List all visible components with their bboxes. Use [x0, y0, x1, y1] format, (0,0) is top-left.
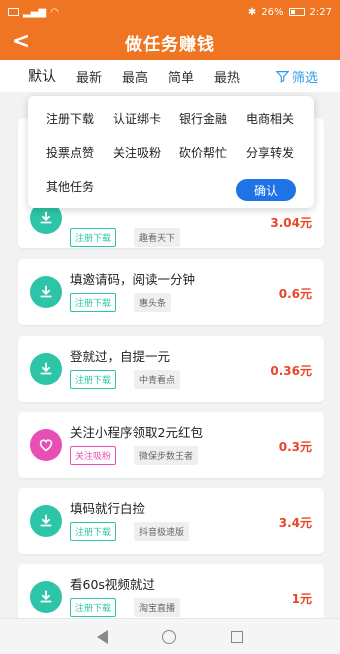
task-title: 关注小程序领取2元红包	[70, 425, 203, 440]
task-tag: 注册下载	[70, 293, 117, 312]
task-title: 填码就行白捡	[70, 501, 146, 516]
download-icon	[30, 353, 62, 385]
sort-tab-highest[interactable]: 最高	[122, 67, 148, 86]
nav-back-icon[interactable]	[97, 629, 109, 644]
wifi-icon: ◠	[50, 6, 59, 18]
task-source: 趣看天下	[134, 228, 181, 247]
task-tag: 关注吸粉	[70, 446, 117, 465]
heart-icon	[30, 429, 62, 461]
task-title: 填邀请码，阅读一分钟	[70, 272, 196, 287]
filter-icon	[275, 71, 289, 83]
nav-recent-icon[interactable]	[230, 630, 243, 643]
filter-option-ecommerce[interactable]: 电商相关	[246, 110, 294, 127]
filter-option-banking[interactable]: 银行金融	[179, 110, 227, 127]
task-price: 0.36元	[270, 364, 312, 378]
download-icon	[30, 276, 62, 308]
task-price: 1元	[291, 592, 312, 606]
task-source: 中青看点	[134, 370, 181, 389]
battery-percent: 26%	[261, 6, 284, 18]
back-button[interactable]: <	[8, 28, 34, 56]
task-tag: 注册下载	[70, 598, 117, 617]
filter-button[interactable]: 筛选	[275, 67, 318, 86]
task-source: 惠头条	[134, 293, 172, 312]
task-tag: 注册下载	[70, 522, 117, 541]
task-source: 抖音极速版	[134, 522, 190, 541]
status-time: 2:27	[309, 6, 332, 18]
task-price: 0.3元	[278, 440, 312, 454]
task-card[interactable]: 填码就行白捡 注册下载 抖音极速版 3.4元	[18, 488, 324, 554]
status-left-icons: ▂▄▆ ◠	[8, 7, 59, 18]
signal-icon: ▂▄▆	[23, 6, 47, 18]
filter-option-register[interactable]: 注册下载	[46, 110, 94, 127]
filter-label: 筛选	[291, 71, 318, 86]
sort-tab-newest[interactable]: 最新	[76, 67, 102, 86]
task-source: 微保步数王者	[134, 446, 199, 465]
task-card[interactable]: 关注小程序领取2元红包 关注吸粉 微保步数王者 0.3元	[18, 412, 324, 478]
task-source: 淘宝直播	[134, 598, 181, 617]
task-title: 看60s视频就过	[70, 577, 155, 592]
sort-tab-simple[interactable]: 简单	[168, 67, 194, 86]
filter-option-follow[interactable]: 关注吸粉	[113, 144, 161, 161]
chevron-left-icon: <	[11, 29, 31, 54]
confirm-button[interactable]: 确认	[236, 179, 296, 201]
sim-icon	[8, 8, 19, 16]
filter-option-share[interactable]: 分享转发	[246, 144, 294, 161]
sort-tab-default[interactable]: 默认	[28, 66, 56, 86]
battery-icon	[288, 8, 305, 16]
task-tag: 注册下载	[70, 228, 117, 247]
task-title: 登就过，自提一元	[70, 349, 171, 364]
task-price: 3.04元	[270, 216, 312, 230]
filter-option-other[interactable]: 其他任务	[46, 178, 94, 195]
task-tag: 注册下载	[70, 370, 117, 389]
bluetooth-icon: ✱	[247, 6, 257, 18]
status-right: ✱ 26% 2:27	[248, 7, 332, 18]
sort-tab-hottest[interactable]: 最热	[214, 67, 240, 86]
filter-dropdown: 注册下载 认证绑卡 银行金融 电商相关 投票点赞 关注吸粉 砍价帮忙 分享转发 …	[28, 96, 314, 208]
task-card[interactable]: 填邀请码，阅读一分钟 注册下载 惠头条 0.6元	[18, 259, 324, 325]
page-title: 做任务赚钱	[125, 34, 215, 55]
status-bar: ▂▄▆ ◠ ✱ 26% 2:27	[0, 0, 340, 24]
download-icon	[30, 505, 62, 537]
sort-bar: 默认 最新 最高 简单 最热 筛选	[0, 60, 340, 92]
filter-option-vote[interactable]: 投票点赞	[46, 144, 94, 161]
system-nav-bar	[0, 618, 340, 654]
task-card[interactable]: 登就过，自提一元 注册下载 中青看点 0.36元	[18, 336, 324, 402]
task-price: 3.4元	[278, 516, 312, 530]
filter-option-bindcard[interactable]: 认证绑卡	[113, 110, 161, 127]
filter-option-bargain[interactable]: 砍价帮忙	[179, 144, 227, 161]
app-header: < 做任务赚钱	[0, 24, 340, 60]
nav-home-icon[interactable]	[162, 629, 177, 644]
task-price: 0.6元	[278, 287, 312, 301]
download-icon	[30, 581, 62, 613]
